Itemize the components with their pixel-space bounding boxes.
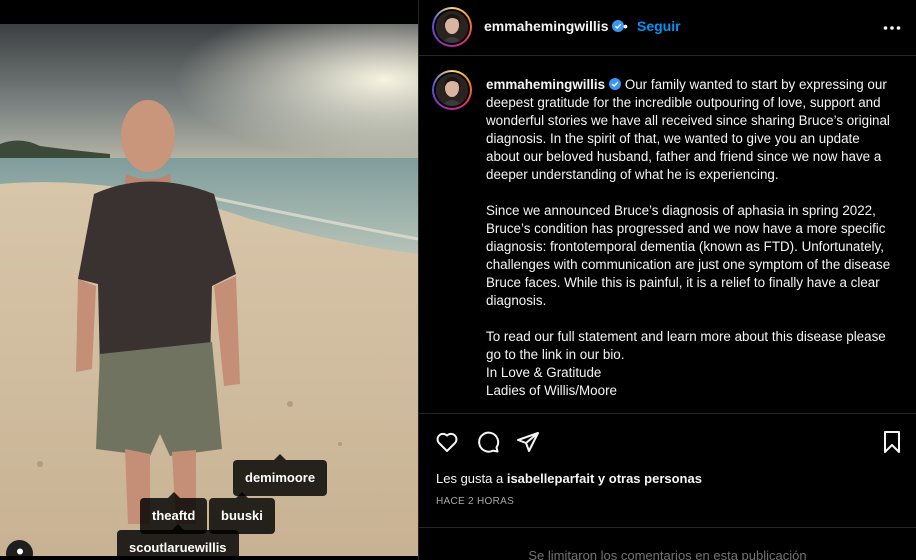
author-username-text[interactable]: emmahemingwillis	[484, 18, 608, 34]
post-photo[interactable]: demimoore theaftd buuski scoutlaruewilli…	[0, 24, 418, 556]
comments-limited-notice: Se limitaron los comentarios en esta pub…	[419, 527, 916, 560]
caption-paragraph-2: Since we announced Bruce’s diagnosis of …	[486, 203, 891, 308]
likes-others-link[interactable]: y otras personas	[598, 471, 702, 486]
heart-icon[interactable]	[435, 430, 459, 454]
comment-icon[interactable]	[476, 430, 500, 454]
beach-photo-image	[0, 24, 418, 556]
post-header: emmahemingwillis • Seguir	[419, 0, 916, 56]
photo-tag-demimoore[interactable]: demimoore	[233, 454, 328, 496]
author-avatar[interactable]	[432, 7, 472, 47]
post-timestamp[interactable]: HACE 2 HORAS	[436, 496, 514, 507]
caption-author-avatar[interactable]	[432, 70, 472, 110]
follow-button[interactable]: Seguir	[637, 18, 681, 34]
author-username[interactable]: emmahemingwillis	[484, 18, 625, 34]
post-media: demimoore theaftd buuski scoutlaruewilli…	[0, 0, 418, 560]
post-details-panel: emmahemingwillis • Seguir emmahemingwill…	[418, 0, 916, 560]
post-caption: emmahemingwillis Our family wanted to st…	[419, 56, 916, 414]
post-actions	[419, 415, 916, 465]
paper-plane-icon[interactable]	[516, 430, 540, 454]
likes-summary: Les gusta a isabelleparfait y otras pers…	[436, 471, 702, 486]
caption-paragraph-1: Our family wanted to start by expressing…	[486, 77, 890, 182]
likes-prefix: Les gusta a	[436, 471, 504, 486]
photo-tag-scoutlaruewillis[interactable]: scoutlaruewillis	[117, 524, 239, 556]
caption-paragraph-3: To read our full statement and learn mor…	[486, 329, 886, 362]
header-separator: •	[623, 18, 628, 34]
more-options-icon[interactable]	[882, 18, 902, 38]
bookmark-icon[interactable]	[880, 430, 904, 454]
caption-signature: Ladies of Willis/Moore	[486, 383, 617, 398]
verified-badge-icon	[609, 78, 622, 90]
likes-user-link[interactable]: isabelleparfait	[507, 471, 594, 486]
caption-username[interactable]: emmahemingwillis	[486, 77, 605, 92]
caption-text: emmahemingwillis Our family wanted to st…	[486, 76, 896, 400]
photo-tag-buuski[interactable]: buuski	[209, 492, 275, 534]
caption-signoff: In Love & Gratitude	[486, 365, 602, 380]
